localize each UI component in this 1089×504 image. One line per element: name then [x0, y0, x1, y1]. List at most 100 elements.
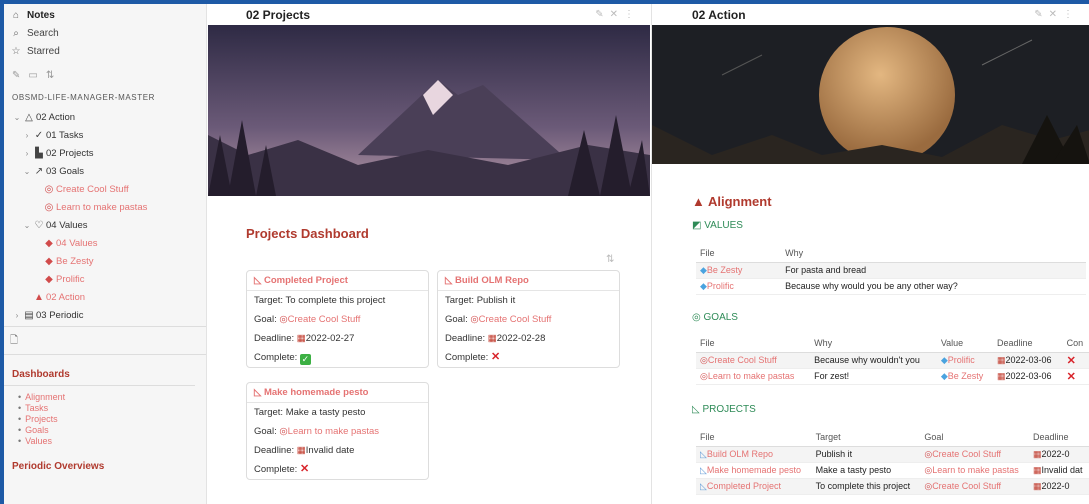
- document-icon[interactable]: 🗋: [4, 329, 206, 350]
- goal-link[interactable]: Create Cool Stuff: [479, 314, 552, 325]
- column-header[interactable]: File: [696, 334, 811, 353]
- goal-link[interactable]: Learn to make pastas: [288, 426, 379, 437]
- card-deadline: Deadline: ▦2022-02-27: [247, 329, 428, 348]
- tree-item-icon: ♡: [34, 219, 44, 231]
- cell-text: 2022-0: [1041, 448, 1070, 459]
- project-card-title[interactable]: ◺ Completed Project: [247, 271, 428, 291]
- edit-icon[interactable]: ✎: [1034, 9, 1048, 20]
- table-row: ◆Prolific Because why would you be any ot…: [696, 278, 1086, 295]
- vault-name[interactable]: OBSMD-LIFE-MANAGER-MASTER: [4, 87, 206, 108]
- tree-item-icon: ◆: [45, 237, 53, 249]
- cell-link[interactable]: Create Cool Stuff: [932, 481, 1001, 491]
- tree-divider: [4, 326, 206, 327]
- project-icon: ◺: [254, 387, 264, 398]
- nav-search[interactable]: ⌕ Search: [4, 24, 206, 42]
- tree-item[interactable]: ◎ Learn to make pastas: [4, 198, 206, 216]
- tree-item-label: 02 Action: [46, 291, 86, 303]
- column-header[interactable]: File: [696, 244, 782, 263]
- table-cell: For pasta and bread: [781, 262, 1086, 279]
- goal-icon: ◎: [279, 314, 288, 325]
- project-card-title[interactable]: ◺ Build OLM Repo: [438, 271, 619, 291]
- close-icon[interactable]: ✕: [1049, 9, 1063, 20]
- cell-text: To complete this project: [815, 481, 911, 491]
- tree-item[interactable]: ▲ 02 Action: [4, 288, 206, 306]
- column-header[interactable]: Value: [936, 334, 993, 353]
- dashboard-link[interactable]: Projects: [18, 414, 206, 425]
- target-label: Target:: [445, 295, 477, 306]
- cross-icon: ✕: [299, 463, 310, 475]
- project-card[interactable]: ◺ Completed Project Target: To complete t…: [246, 270, 429, 368]
- sort-icon[interactable]: ⇅: [46, 70, 54, 81]
- table-cell: Because why would you be any other way?: [781, 278, 1086, 295]
- cell-text: For zest!: [814, 371, 850, 381]
- cell-link[interactable]: Learn to make pastas: [708, 371, 795, 381]
- goals-section-heading: ◎ GOALS: [692, 312, 738, 323]
- cell-link[interactable]: Completed Project: [707, 481, 781, 491]
- pane-actions: ✎✕⋮: [595, 9, 640, 20]
- tree-item[interactable]: ⌄ △ 02 Action: [4, 108, 206, 126]
- column-header[interactable]: Con: [1062, 334, 1089, 353]
- goal-icon: ◎: [470, 314, 479, 325]
- dashboard-link[interactable]: Alignment: [18, 392, 206, 403]
- tree-item[interactable]: ⌄ ♡ 04 Values: [4, 216, 206, 234]
- cell-link[interactable]: Make homemade pesto: [707, 465, 801, 475]
- dashboard-link[interactable]: Values: [18, 436, 206, 447]
- project-card-title[interactable]: ◺ Make homemade pesto: [247, 383, 428, 403]
- sort-icon[interactable]: ⇅: [606, 254, 614, 265]
- more-icon[interactable]: ⋮: [624, 9, 640, 20]
- more-icon[interactable]: ⋮: [1063, 9, 1079, 20]
- tree-item[interactable]: ◆ Prolific: [4, 270, 206, 288]
- tree-item[interactable]: › ✓ 01 Tasks: [4, 126, 206, 144]
- card-deadline: Deadline: ▦Invalid date: [247, 441, 428, 460]
- cell-link[interactable]: Build OLM Repo: [707, 449, 773, 459]
- cell-link[interactable]: Prolific: [948, 355, 975, 365]
- cell-link[interactable]: Be Zesty: [707, 265, 743, 275]
- tree-item-icon: ◆: [45, 255, 53, 267]
- cross-icon: ✕: [1066, 354, 1076, 367]
- nav-notes[interactable]: ⌂ Notes: [4, 6, 206, 24]
- projects-section-heading: ◺ PROJECTS: [692, 404, 756, 415]
- target-value: Make a tasty pesto: [285, 407, 366, 418]
- dashboard-link[interactable]: Goals: [18, 425, 206, 436]
- card-target: Target: Publish it: [438, 291, 619, 310]
- dashboards-heading: Dashboards: [4, 355, 195, 386]
- values-icon: ◩: [692, 220, 705, 231]
- complete-label: Complete:: [254, 464, 300, 475]
- cell-link[interactable]: Create Cool Stuff: [708, 355, 777, 365]
- cell-link[interactable]: Learn to make pastas: [932, 465, 1019, 475]
- column-header[interactable]: Goal: [920, 428, 1029, 447]
- edit-icon[interactable]: ✎: [595, 9, 609, 20]
- new-note-icon[interactable]: ✎: [12, 70, 20, 81]
- tree-item[interactable]: ◆ 04 Values: [4, 234, 206, 252]
- tree-item[interactable]: ◆ Be Zesty: [4, 252, 206, 270]
- cell-link[interactable]: Be Zesty: [948, 371, 984, 381]
- goal-link[interactable]: Create Cool Stuff: [288, 314, 361, 325]
- column-header[interactable]: Deadline: [992, 334, 1063, 353]
- column-header[interactable]: Target: [811, 428, 921, 447]
- dashboard-link[interactable]: Tasks: [18, 403, 206, 414]
- new-folder-icon[interactable]: ▭: [28, 70, 37, 81]
- table-cell: ▦2022-03-06: [992, 352, 1063, 369]
- column-header[interactable]: Why: [781, 244, 1086, 263]
- column-header[interactable]: Deadline: [1028, 428, 1089, 447]
- cell-link[interactable]: Create Cool Stuff: [932, 449, 1001, 459]
- cell-link[interactable]: Prolific: [707, 281, 734, 291]
- tree-item-icon: ◎: [44, 201, 54, 213]
- tree-item[interactable]: › ▙ 02 Projects: [4, 144, 206, 162]
- column-header[interactable]: File: [696, 428, 812, 447]
- values-table: File Why ◆Be Zesty For pasta and bread ◆Prol…: [696, 244, 1086, 295]
- project-card[interactable]: ◺ Build OLM Repo Target: Publish it Goal: …: [437, 270, 620, 368]
- table-cell: ◆Be Zesty: [936, 368, 993, 385]
- nav-starred[interactable]: ☆ Starred: [4, 42, 206, 60]
- project-card[interactable]: ◺ Make homemade pesto Target: Make a tast…: [246, 382, 429, 480]
- table-row: ◆Be Zesty For pasta and bread: [696, 262, 1086, 279]
- chevron-down-icon: ⌄: [13, 112, 21, 122]
- tree-item[interactable]: › ▤ 03 Periodic: [4, 306, 206, 324]
- goal-label: Goal:: [254, 426, 280, 437]
- close-icon[interactable]: ✕: [610, 9, 624, 20]
- cell-text: Publish it: [815, 449, 853, 459]
- column-header[interactable]: Why: [810, 334, 937, 353]
- tree-item[interactable]: ◎ Create Cool Stuff: [4, 180, 206, 198]
- star-icon: ☆: [11, 45, 21, 57]
- tree-item[interactable]: ⌄ ↗ 03 Goals: [4, 162, 206, 180]
